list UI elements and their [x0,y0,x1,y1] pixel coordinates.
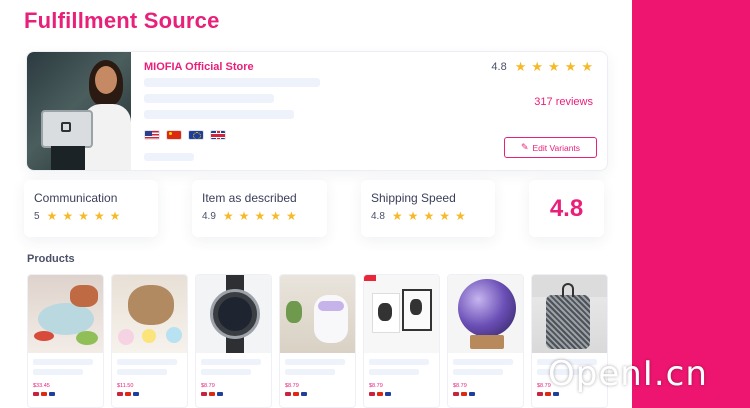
edit-variants-label: Edit Variants [532,142,581,153]
store-rating-value: 4.8 [491,60,507,73]
edit-variants-button[interactable]: ✎ Edit Variants [504,137,597,158]
metric-value: 4.8 [371,210,385,222]
product-price: $8.79 [201,383,215,389]
star-icon: ★ [270,209,281,223]
watermark: OpenI.cn [548,354,708,394]
pink-side-panel [632,0,750,408]
star-icon: ★ [109,209,121,223]
ship-from-flags [144,130,226,140]
metric-label: Shipping Speed [371,191,456,205]
product-price: $8.79 [369,383,383,389]
star-icon: ★ [222,209,234,223]
star-icon: ★ [78,209,89,223]
metric-value: 5 [34,210,40,222]
salad-bowl-product-image [28,275,103,353]
star-icon: ★ [531,59,544,74]
store-card: MIOFIA Official Store 4.8 ★ ★ ★ ★ ★ 317 … [26,51,608,171]
star-icon: ★ [439,209,450,223]
star-icon: ★ [548,59,560,74]
placeholder-line [144,110,294,119]
star-icon: ★ [46,209,58,223]
star-icon: ★ [581,59,593,74]
metric-card-item-as-described: Item as described 4.9 ★ ★ ★ ★ ★ [192,180,327,237]
metric-card-shipping-speed: Shipping Speed 4.8 ★ ★ ★ ★ ★ [361,180,495,237]
products-heading: Products [27,253,75,265]
moon-lamp-product-image [448,275,523,353]
placeholder-line [117,359,177,365]
uk-flag-icon [210,130,226,140]
placeholder-line [144,78,320,87]
china-flag-icon [166,130,182,140]
star-icon: ★ [62,209,74,223]
metric-label: Item as described [202,191,297,205]
placeholder-line [453,359,513,365]
store-photo [27,52,131,170]
product-card[interactable]: $8.79 [447,274,524,408]
product-price: $33.45 [33,383,50,389]
star-icon: ★ [238,209,250,223]
product-flags [285,392,307,396]
cat-toy-balls-product-image [112,275,187,353]
placeholder-line [285,369,335,375]
product-card[interactable]: $8.79 [195,274,272,408]
mesh-bag-product-image [532,275,607,353]
metric-label: Communication [34,191,118,205]
star-icon: ★ [564,59,577,74]
product-flags [369,392,391,396]
star-icon: ★ [423,209,435,223]
store-rating: 4.8 ★ ★ ★ ★ ★ [491,60,593,73]
star-icon: ★ [407,209,419,223]
placeholder-line [33,359,93,365]
product-price: $8.79 [285,383,299,389]
product-card[interactable]: $8.79 [279,274,356,408]
product-card[interactable]: $11.50 [111,274,188,408]
reviews-link[interactable]: 317 reviews [534,96,593,108]
star-icon: ★ [514,59,527,74]
humidifier-product-image [280,275,355,353]
product-card[interactable]: $8.79 [363,274,440,408]
us-flag-icon [144,130,160,140]
product-flags [201,392,223,396]
placeholder-line [453,369,503,375]
star-icon: ★ [391,209,403,223]
placeholder-line [144,153,194,161]
product-card[interactable]: $33.45 [27,274,104,408]
placeholder-line [144,94,274,103]
placeholder-line [33,369,83,375]
placeholder-line [201,359,261,365]
placeholder-line [369,359,429,365]
placeholder-line [117,369,167,375]
metric-card-communication: Communication 5 ★ ★ ★ ★ ★ [24,180,158,237]
metric-value: 4.9 [202,210,216,222]
baby-print-kit-product-image [364,275,439,353]
star-icon: ★ [93,209,105,223]
overall-rating: 4.8 [529,180,604,237]
smartwatch-product-image [196,275,271,353]
product-price: $11.50 [117,383,134,389]
star-icon: ★ [254,209,266,223]
store-name[interactable]: MIOFIA Official Store [144,61,254,73]
placeholder-line [201,369,251,375]
placeholder-line [285,359,345,365]
placeholder-line [369,369,419,375]
product-flags [33,392,55,396]
pencil-icon: ✎ [520,142,529,152]
eu-flag-icon [188,130,204,140]
product-price: $8.79 [453,383,467,389]
page-title: Fulfillment Source [24,8,220,33]
star-icon: ★ [285,209,297,223]
star-icon: ★ [454,209,466,223]
product-flags [453,392,475,396]
product-flags [117,392,139,396]
